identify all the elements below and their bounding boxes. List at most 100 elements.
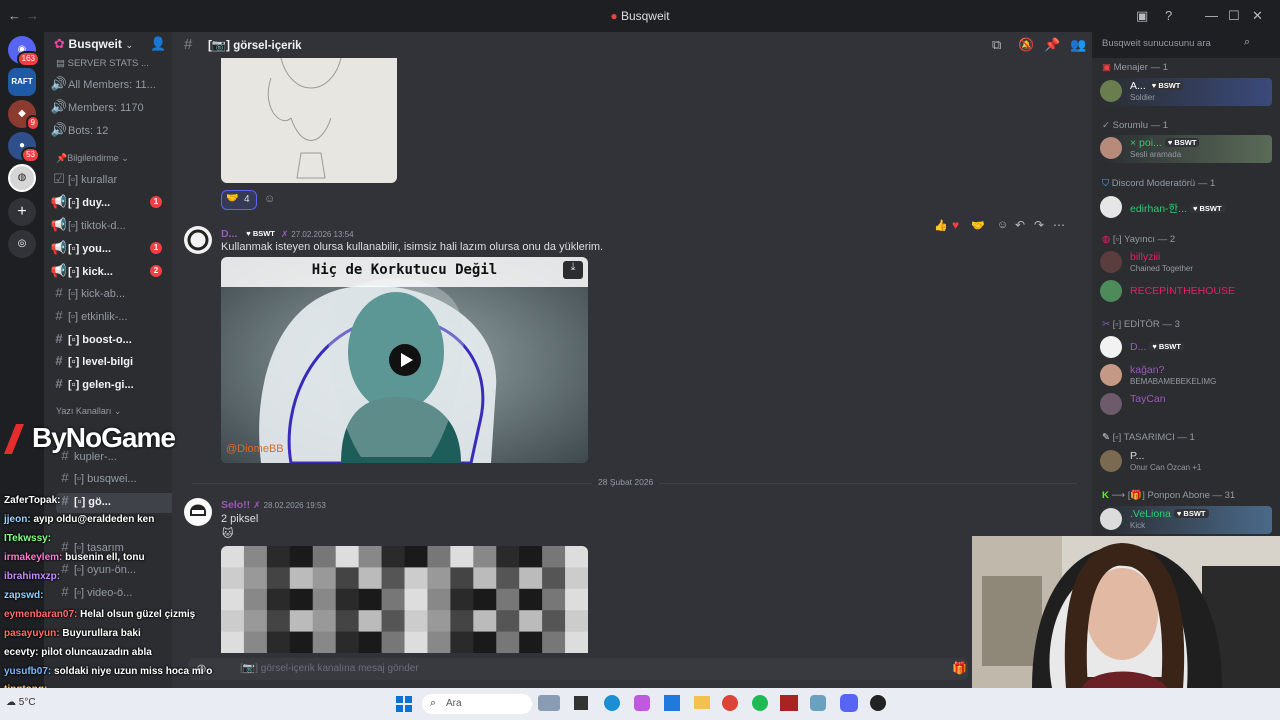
mute-icon[interactable]: 🔕 <box>1018 37 1034 53</box>
edge-icon[interactable] <box>604 695 620 711</box>
voice-channel[interactable]: 🔊Bots: 12 <box>50 122 168 142</box>
maximize-icon[interactable]: ☐ <box>1228 8 1240 24</box>
member-item[interactable]: edirhan-한... ♥ BSWT <box>1100 194 1272 222</box>
member-item[interactable]: TayCan <box>1100 391 1272 419</box>
shield-icon: ⛉ <box>1102 178 1110 189</box>
add-friend-icon[interactable]: 👤 <box>150 36 166 52</box>
channel-item[interactable]: ☑ [▫] kurallar <box>50 171 168 191</box>
server-raft[interactable]: RAFT <box>8 68 36 96</box>
server-name-button[interactable]: ✿ Busqweit ⌄ 👤 <box>54 36 172 56</box>
channel-item[interactable]: # [▫] busqwei... <box>56 470 172 490</box>
channel-item[interactable]: 📢[▫] you... 1 <box>50 240 168 260</box>
gift-icon[interactable]: 🎁 <box>952 661 967 675</box>
app-icon[interactable] <box>810 695 826 711</box>
spotify-icon[interactable] <box>752 695 768 711</box>
chevron-down-icon: ⌄ <box>125 40 134 50</box>
channel-item[interactable]: # [▫] level-bilgi <box>50 353 168 373</box>
member-name: TayCan <box>1130 393 1166 405</box>
avatar[interactable] <box>184 498 212 526</box>
stats-icon: ▤ <box>56 58 68 69</box>
notification-badge: 53 <box>21 147 40 163</box>
download-icon[interactable]: ⤓ <box>563 261 583 279</box>
member-item[interactable]: billyziii Chained Together <box>1100 249 1272 277</box>
add-reaction-icon[interactable]: ☺ <box>264 193 275 205</box>
forward-icon[interactable]: ↷ <box>1034 218 1044 232</box>
voice-channel[interactable]: 🔊All Members: 11... <box>50 76 168 96</box>
drawing-attachment[interactable] <box>221 58 397 183</box>
app-icon[interactable] <box>780 695 798 711</box>
channel-item[interactable]: # [▫] boost-o... <box>50 331 168 351</box>
channel-item[interactable]: 📢[▫] tiktok-d... <box>50 217 168 237</box>
direct-messages-icon[interactable]: ◉ 163 <box>8 36 40 67</box>
file-explorer-icon[interactable] <box>694 696 710 709</box>
category-bilgilendirme[interactable]: 📌Bilgilendirme ⌄ <box>56 153 129 164</box>
category-yazi-kanallari[interactable]: Yazı Kanalları ⌄ <box>56 406 121 417</box>
editor-icon: ✂ <box>1102 319 1110 330</box>
hash-icon: # <box>61 470 69 485</box>
pin-icon[interactable]: 📌 <box>1044 37 1060 53</box>
more-icon[interactable]: ⋯ <box>1053 218 1065 232</box>
minimize-icon[interactable]: — <box>1205 8 1218 23</box>
help-icon[interactable]: ? <box>1165 8 1172 23</box>
channel-item-active[interactable]: # [▫] gö... <box>56 493 172 513</box>
copilot-icon[interactable] <box>634 695 650 711</box>
channel-item[interactable]: # [▫] video-ö... <box>56 584 172 604</box>
category-server-stats[interactable]: ▤ SERVER STATS ... <box>56 58 172 78</box>
inbox-icon[interactable]: ▣ <box>1136 8 1148 24</box>
start-icon[interactable] <box>396 696 412 712</box>
explore-icon[interactable]: ◎ <box>8 230 36 258</box>
taskbar-search[interactable]: ⌕ Ara <box>422 694 532 714</box>
channel-item[interactable]: # [▫] etkinlik-... <box>50 308 168 328</box>
member-item[interactable]: .VeLiona ♥ BSWT Kick <box>1100 506 1272 534</box>
chrome-icon[interactable] <box>722 695 738 711</box>
server-busqweit[interactable]: ◍ <box>8 164 36 192</box>
play-button[interactable] <box>389 344 421 376</box>
task-view-icon[interactable] <box>574 696 588 710</box>
channel-item[interactable]: # [▫] gelen-gi... <box>50 376 168 396</box>
member-item[interactable]: A... ♥ BSWT Soldier <box>1100 78 1272 106</box>
avatar <box>1100 450 1122 472</box>
channel-item[interactable]: # [▫] oyun-ön... <box>56 561 172 581</box>
twitch-chat-line: yusufb07: soldaki niye uzun miss hoca mi… <box>4 666 212 677</box>
voice-channel[interactable]: 🔊Members: 1170 <box>50 99 168 119</box>
server-icon[interactable]: ◆ 9 <box>8 100 40 131</box>
add-reaction-icon[interactable]: ☺ <box>997 219 1008 231</box>
server-icon[interactable]: ● 53 <box>8 132 40 163</box>
channel-item[interactable]: 📢[▫] duy... 1 <box>50 194 168 214</box>
avatar[interactable] <box>184 226 212 254</box>
member-item[interactable]: kağan? BEMABAMEBEKELIMG <box>1100 362 1272 390</box>
handshake-icon[interactable]: 🤝 <box>971 219 985 232</box>
message-input[interactable]: ⊕ [📷] görsel-içerik kanalına mesaj gönde… <box>188 658 968 680</box>
widget-icon[interactable] <box>538 695 560 711</box>
member-item[interactable]: RECEPİNTHEHOUSE <box>1100 278 1272 306</box>
thumbs-up-icon[interactable]: 👍 <box>934 219 948 232</box>
store-icon[interactable] <box>664 695 680 711</box>
video-attachment[interactable]: Hiç de Korkutucu Değil @DiomeBB ⤓ <box>221 257 588 463</box>
search-input[interactable]: Busqweit sunucusunu ara ⌕ <box>1096 35 1260 53</box>
reply-icon[interactable]: ↶ <box>1015 218 1025 232</box>
message-author[interactable]: Selo!! <box>221 499 250 511</box>
app-icon[interactable] <box>870 695 886 711</box>
chat-username: jjeon: <box>4 514 34 525</box>
discord-taskbar-icon[interactable] <box>840 694 858 712</box>
reaction-button[interactable]: 🤝 4 <box>221 190 257 210</box>
member-list-icon[interactable]: 👥 <box>1070 37 1086 53</box>
channel-item[interactable]: # [▫] kick-ab... <box>50 285 168 305</box>
pin-icon: 📌 <box>56 153 68 163</box>
chat-username: pasayuyun: <box>4 628 63 639</box>
member-item[interactable]: D... ♥ BSWT <box>1100 334 1272 362</box>
member-item[interactable]: × poi... ♥ BSWT Sesli aramada <box>1100 135 1272 163</box>
message-author[interactable]: D... <box>221 228 237 240</box>
pixelated-image-attachment[interactable] <box>221 546 588 653</box>
heart-icon[interactable]: ♥ <box>952 218 959 232</box>
hash-icon: # <box>55 331 63 346</box>
chat-message: soldaki niye uzun miss hoca mi o <box>54 666 213 677</box>
threads-icon[interactable]: ⧉ <box>992 37 1001 53</box>
chat-username: ITekwssy: <box>4 533 52 544</box>
add-server-icon[interactable]: + <box>8 198 36 226</box>
channel-item[interactable]: 📢[▫] kick... 2 <box>50 263 168 283</box>
weather-widget[interactable]: ☁ 5°C <box>6 697 36 708</box>
title-bar: ← → ● Busqweit ▣ ? — ☐ ✕ <box>0 0 1280 32</box>
member-item[interactable]: P... Onur Can Özcan +1 <box>1100 448 1272 476</box>
close-icon[interactable]: ✕ <box>1252 8 1263 24</box>
